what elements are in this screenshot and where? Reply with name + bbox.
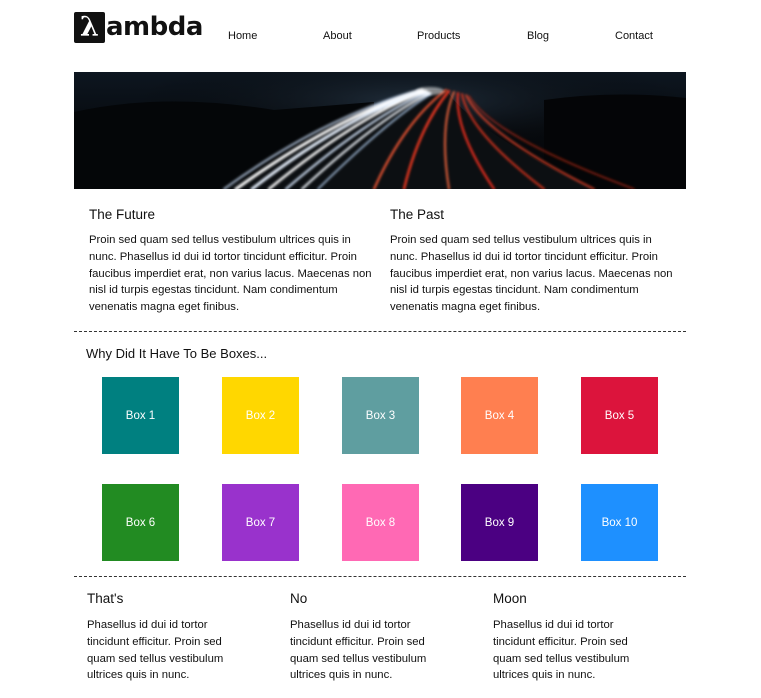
page: λ ambda Home About Products Blog Contact [74, 0, 686, 681]
box-10: Box 10 [581, 484, 658, 561]
box-label: Box 10 [601, 516, 638, 529]
past-text: Proin sed quam sed tellus vestibulum ult… [390, 234, 673, 314]
box-label: Box 5 [604, 409, 635, 422]
box-2: Box 2 [222, 377, 299, 454]
box-7: Box 7 [222, 484, 299, 561]
box-1: Box 1 [102, 377, 179, 454]
thats-text: Phasellus id dui id tortor tincidunt eff… [87, 619, 224, 682]
box-label: Box 9 [484, 516, 515, 529]
section-divider [74, 331, 686, 332]
box-label: Box 4 [484, 409, 515, 422]
future-text: Proin sed quam sed tellus vestibulum ult… [89, 234, 372, 314]
box-4: Box 4 [461, 377, 538, 454]
highway-light-trails-image [74, 72, 686, 189]
box-label: Box 7 [245, 516, 276, 529]
nav-products-link[interactable]: Products [417, 30, 460, 42]
box-label: Box 3 [365, 409, 396, 422]
moon-text: Phasellus id dui id tortor tincidunt eff… [493, 619, 630, 682]
no-text: Phasellus id dui id tortor tincidunt eff… [290, 619, 427, 682]
thats-title: That's [87, 591, 124, 606]
section-divider [74, 576, 686, 577]
hero-image [74, 72, 686, 189]
box-5: Box 5 [581, 377, 658, 454]
logo[interactable]: λ ambda [74, 11, 203, 43]
boxes-section-title: Why Did It Have To Be Boxes... [86, 346, 268, 361]
box-label: Box 1 [125, 409, 156, 422]
box-9: Box 9 [461, 484, 538, 561]
future-title: The Future [89, 207, 156, 222]
box-8: Box 8 [342, 484, 419, 561]
nav-blog-link[interactable]: Blog [527, 30, 549, 42]
box-3: Box 3 [342, 377, 419, 454]
box-label: Box 8 [365, 516, 396, 529]
box-label: Box 6 [125, 516, 156, 529]
box-6: Box 6 [102, 484, 179, 561]
nav-about-link[interactable]: About [323, 30, 352, 42]
site-header: λ ambda Home About Products Blog Contact [74, 0, 686, 72]
lambda-logo-mark: λ [74, 11, 105, 43]
moon-title: Moon [493, 591, 527, 606]
logo-text: ambda [106, 11, 203, 42]
box-label: Box 2 [245, 409, 276, 422]
nav-home-link[interactable]: Home [228, 30, 257, 42]
past-title: The Past [390, 207, 445, 222]
no-title: No [290, 591, 308, 606]
nav-contact-link[interactable]: Contact [615, 30, 653, 42]
